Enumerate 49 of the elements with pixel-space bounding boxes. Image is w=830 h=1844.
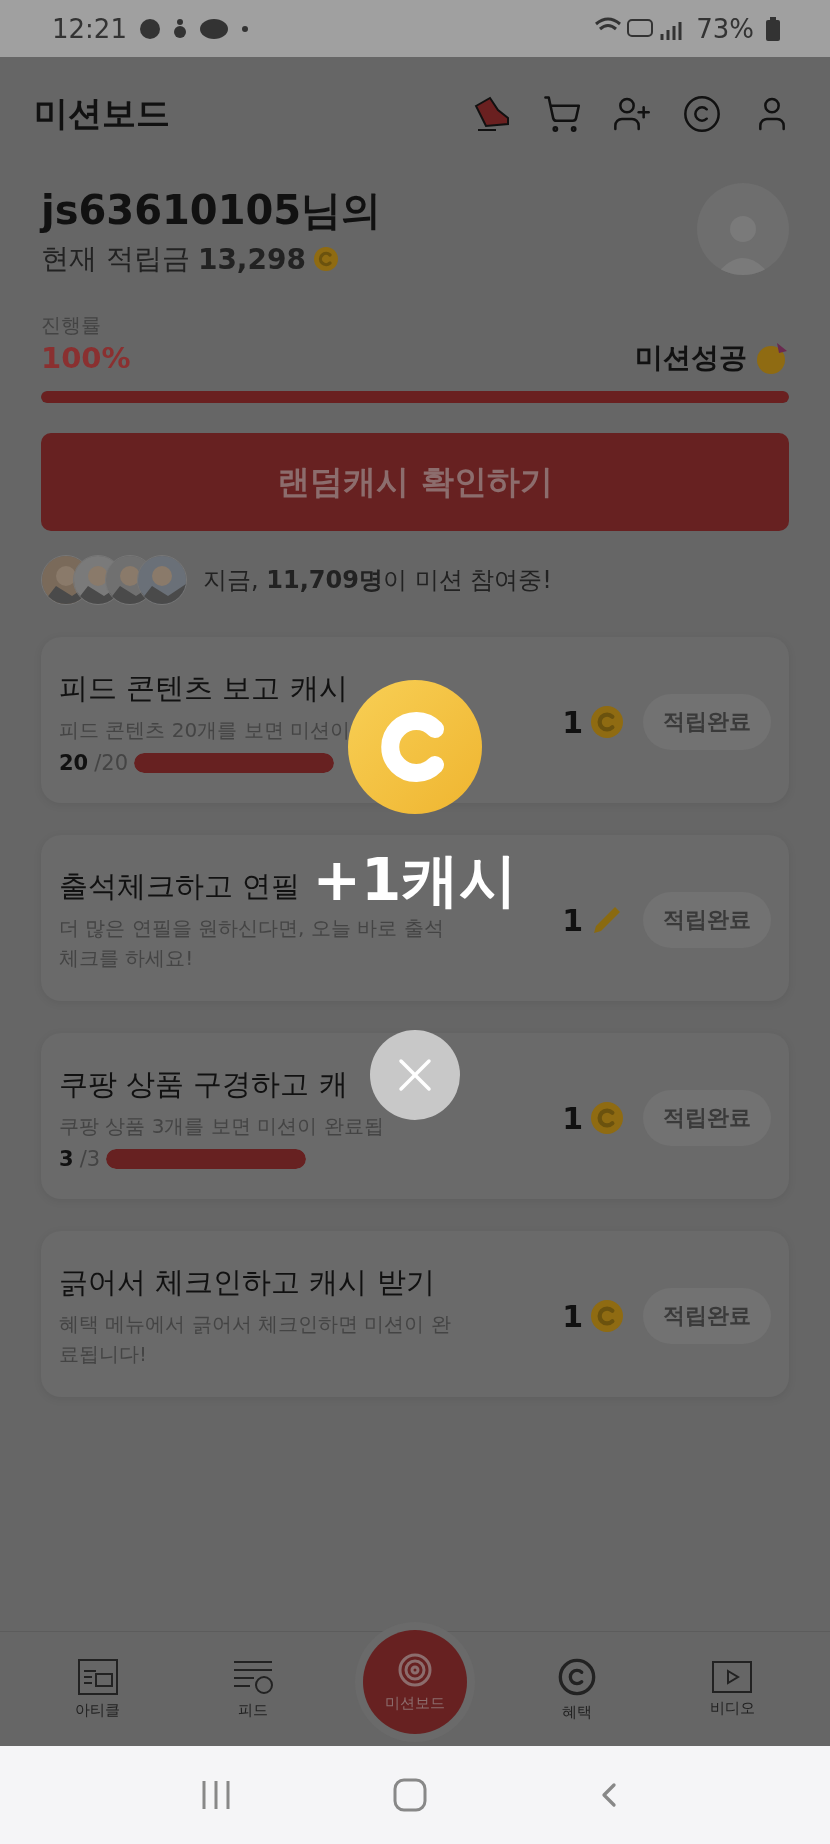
progress-count: 20: [59, 751, 89, 775]
app-notification-icon: [138, 17, 161, 40]
recent-apps-icon[interactable]: [201, 1779, 231, 1811]
mission-title: 출석체크하고 연필: [59, 868, 301, 905]
newspaper-icon: [77, 1658, 118, 1695]
coin-icon: [591, 706, 623, 738]
balance-amount: 13,298: [197, 242, 306, 276]
participants-text: 지금, 11,709명이 미션 참여중!: [203, 565, 552, 596]
coin-icon: [313, 247, 338, 271]
completed-button[interactable]: 적립완료: [643, 892, 771, 948]
mission-title: 쿠팡 상품 구경하고 캐: [59, 1066, 348, 1103]
completed-button[interactable]: 적립완료: [643, 694, 771, 750]
nav-tab[interactable]: 혜택: [532, 1644, 623, 1734]
target-icon: [396, 1651, 433, 1688]
app-notification-icon: [198, 17, 229, 40]
balance-label: 현재 적립금: [41, 241, 190, 277]
party-face-icon: [755, 341, 789, 375]
coin-icon: [591, 1102, 623, 1134]
reward-amount: 1: [562, 1100, 583, 1136]
progress-count: 3: [59, 1147, 74, 1171]
coin-icon: [557, 1656, 598, 1697]
completed-button[interactable]: 적립완료: [643, 1090, 771, 1146]
pencil-icon: [591, 904, 623, 936]
status-time: 12:21: [52, 13, 127, 44]
sneaker-icon: [472, 94, 512, 134]
mission-title: 긁어서 체크인하고 캐시 받기: [59, 1264, 435, 1301]
coin-icon[interactable]: [682, 94, 722, 134]
feed-icon: [231, 1658, 274, 1695]
more-notifications-icon: [240, 24, 249, 33]
nav-tab[interactable]: 아티클: [52, 1644, 143, 1734]
mission-title: 피드 콘텐츠 보고 캐시: [59, 670, 348, 707]
reward-amount: 1: [562, 902, 583, 938]
battery-icon: [766, 16, 780, 41]
cart-icon[interactable]: [542, 94, 582, 134]
random-cash-button[interactable]: 랜덤캐시 확인하기: [41, 433, 789, 531]
coin-icon: [591, 1300, 623, 1332]
reward-amount: 1: [562, 1298, 583, 1334]
reward-popup-text: +1캐시: [312, 845, 518, 916]
nav-tab[interactable]: 피드: [207, 1644, 298, 1734]
home-icon[interactable]: [393, 1778, 427, 1812]
battery-percent: 73%: [696, 13, 754, 44]
video-icon: [712, 1660, 753, 1693]
user-name: js63610105님의: [41, 186, 382, 235]
reward-amount: 1: [562, 704, 583, 740]
nav-tab[interactable]: 비디오: [687, 1644, 778, 1734]
app-notification-icon: [172, 17, 187, 40]
page-title: 미션보드: [34, 92, 170, 135]
completed-button[interactable]: 적립완료: [643, 1288, 771, 1344]
mission-success: 미션성공: [635, 340, 747, 376]
